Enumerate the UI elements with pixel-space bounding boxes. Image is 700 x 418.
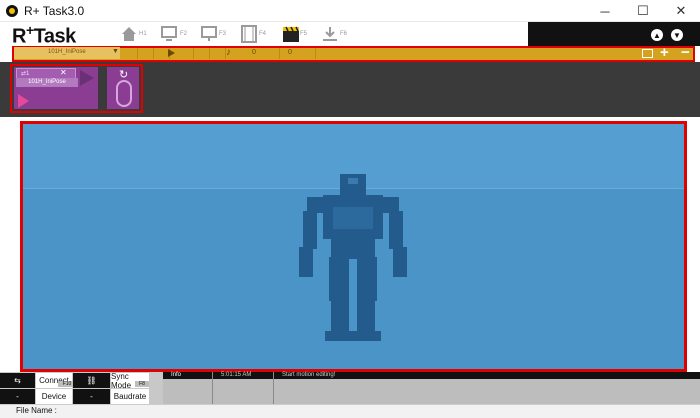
timeline-cell[interactable] — [122, 48, 138, 59]
home-icon[interactable] — [120, 25, 138, 43]
timeline-cell[interactable] — [264, 48, 280, 59]
film-icon[interactable] — [240, 25, 258, 43]
baudrate-label[interactable]: Baudrate — [111, 389, 149, 404]
motion-panel-highlight — [10, 64, 143, 113]
link-icon[interactable]: ⛓ — [73, 373, 110, 388]
timeline-cell[interactable] — [178, 48, 194, 59]
close-button[interactable]: ✕ — [661, 0, 700, 22]
maximize-button[interactable]: ☐ — [623, 0, 663, 22]
app-logo: R+Task — [12, 22, 76, 49]
nav-label-clapperboard: F5 — [300, 31, 308, 37]
timeline-add-button[interactable]: + — [660, 44, 669, 61]
connection-icon[interactable]: ⇆ — [0, 373, 35, 388]
upload-circle-icon[interactable]: ▲ — [651, 29, 663, 41]
nav-label-film: F4 — [259, 31, 267, 37]
robot-model[interactable] — [293, 169, 413, 349]
device-label: Device — [36, 389, 72, 404]
timeline-cell[interactable] — [210, 48, 226, 59]
nav-label-home: H1 — [139, 31, 147, 37]
app-icon — [6, 5, 18, 17]
device-value[interactable]: - — [73, 389, 110, 404]
grid-icon[interactable] — [642, 49, 653, 58]
file-name-label: File Name : — [16, 406, 57, 415]
info-message: Start motion editing! — [274, 372, 700, 379]
timeline-cell[interactable] — [194, 48, 210, 59]
logo-r: R — [12, 25, 26, 48]
display-icon[interactable] — [200, 25, 218, 43]
connect-value: - — [0, 389, 35, 404]
file-name-bar — [0, 404, 700, 418]
timeline-remove-button[interactable]: − — [681, 44, 690, 61]
monitor-icon[interactable] — [160, 25, 178, 43]
download-circle-icon[interactable]: ▼ — [671, 29, 683, 41]
nav-label-monitor: F2 — [180, 31, 188, 37]
info-time: 5:01:15 AM — [213, 372, 273, 379]
timeline-play-icon[interactable] — [168, 49, 175, 57]
music-note-icon[interactable]: ♪ — [226, 47, 231, 58]
nav-label-download: F6 — [340, 31, 348, 37]
robot-3d-viewport[interactable] — [20, 121, 687, 372]
timeline-frame-value: 0 — [252, 49, 256, 56]
clapperboard-icon[interactable] — [282, 25, 300, 43]
pose-dropdown[interactable]: 101H_IniPose — [14, 47, 120, 59]
logo-task: Task — [33, 25, 77, 48]
timeline-cell[interactable] — [300, 48, 316, 59]
timeline-time-value: 0 — [288, 49, 292, 56]
logo-plus: + — [25, 22, 34, 38]
sync-mode-hint: F8 — [135, 381, 149, 387]
nav-label-display: F3 — [219, 31, 227, 37]
timeline-cell[interactable] — [138, 48, 154, 59]
info-header: Info — [163, 372, 213, 379]
minimize-button[interactable]: ─ — [585, 0, 625, 22]
window-title: R+ Task3.0 — [24, 4, 85, 18]
dropdown-arrow-icon[interactable]: ▼ — [112, 48, 119, 55]
download-icon[interactable] — [321, 25, 339, 43]
